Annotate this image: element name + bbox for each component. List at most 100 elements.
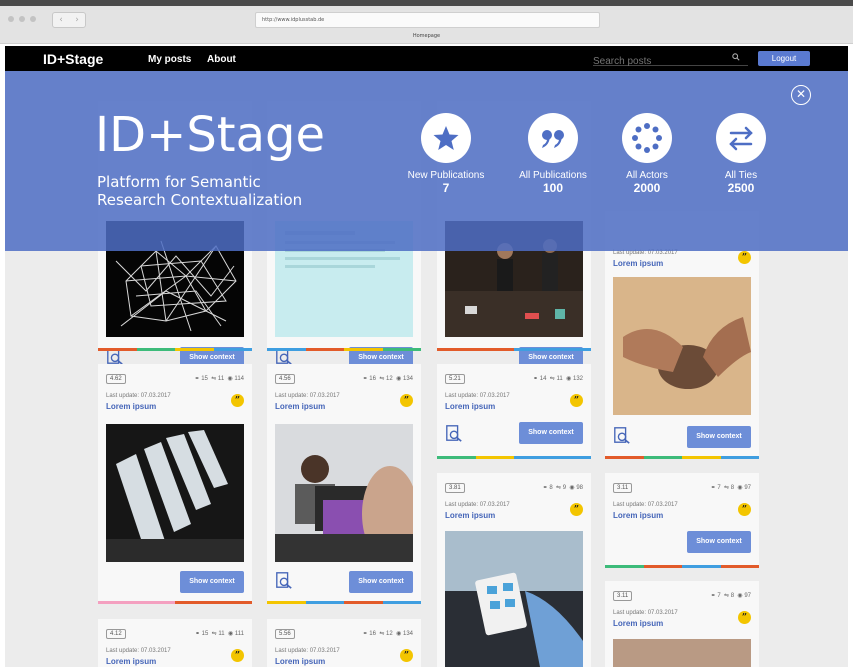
post-card[interactable]: 4.12 ⚭ 15 ⇋ 11 ◉ 111 Last update: 07.03.… (98, 619, 252, 667)
quote-icon[interactable]: ” (570, 503, 583, 516)
eye-icon: ◉ (227, 631, 234, 637)
search-icon[interactable] (732, 53, 740, 61)
window-controls[interactable] (8, 16, 36, 22)
back-icon[interactable]: ‹ (53, 13, 69, 27)
show-context-button[interactable]: Show context (687, 531, 751, 553)
post-counts: ⚭ 8 ⇋ 9 ◉ 98 (542, 485, 583, 491)
browser-nav-buttons[interactable]: ‹ › (52, 12, 86, 28)
link-icon: ⚭ (362, 631, 368, 637)
category-color-bar (98, 601, 252, 604)
laptop-meeting-image (275, 424, 413, 562)
link-icon: ⚭ (194, 631, 200, 637)
quote-icon[interactable]: ” (231, 394, 244, 407)
context-view-icon[interactable] (445, 424, 463, 442)
search-input[interactable] (593, 56, 713, 67)
show-context-button[interactable]: Show context (687, 426, 751, 448)
app-navbar: ID+Stage My posts About Logout (5, 46, 848, 71)
post-title[interactable]: Lorem ipsum (106, 402, 156, 411)
post-title[interactable]: Lorem ipsum (275, 402, 325, 411)
post-title[interactable]: Lorem ipsum (613, 259, 663, 268)
post-title[interactable]: Lorem ipsum (613, 511, 663, 520)
category-color-bar (98, 348, 252, 351)
post-stats: 5.21 ⚭ 14 ⇋ 11 ◉ 132 (445, 374, 583, 386)
post-title[interactable]: Lorem ipsum (275, 657, 325, 666)
quote-icon[interactable]: ” (231, 649, 244, 662)
post-title[interactable]: Lorem ipsum (613, 619, 663, 628)
rating-badge: 4.62 (106, 374, 126, 384)
nav-about[interactable]: About (207, 54, 236, 65)
ties-icon: ⇋ (724, 485, 730, 491)
post-card[interactable]: 3.11 ⚭ 7 ⇋ 8 ◉ 97 Last update: 07.03.201… (605, 581, 759, 667)
post-title[interactable]: Lorem ipsum (445, 402, 495, 411)
stat-all-ties[interactable]: All Ties 2500 (696, 113, 786, 195)
eye-icon: ◉ (569, 485, 575, 491)
link-icon: ⚭ (194, 376, 200, 382)
post-counts: ⚭ 15 ⇋ 11 ◉ 114 (194, 376, 244, 382)
last-update: Last update: 07.03.2017 (275, 648, 340, 654)
ties-icon: ⇋ (724, 593, 730, 599)
rating-badge: 3.11 (613, 483, 633, 493)
post-stats: 3.11 ⚭ 7 ⇋ 8 ◉ 97 (613, 591, 751, 603)
category-color-bar (605, 456, 759, 459)
show-context-button[interactable]: Show context (519, 422, 583, 444)
post-card[interactable]: 4.62 ⚭ 15 ⇋ 11 ◉ 114 Last update: 07.03.… (98, 364, 252, 604)
address-bar[interactable]: http://www.idplusstab.de (255, 12, 600, 28)
link-icon: ⚭ (362, 376, 368, 382)
category-color-bar (437, 456, 591, 459)
stat-all-publications[interactable]: All Publications 100 (508, 113, 598, 195)
post-stats: 5.56 ⚭ 16 ⇋ 12 ◉ 134 (275, 629, 413, 641)
rating-badge: 4.12 (106, 629, 126, 639)
quote-icon[interactable]: ” (738, 503, 751, 516)
quote-icon[interactable]: ” (570, 394, 583, 407)
post-card[interactable]: 4.56 ⚭ 16 ⇋ 12 ◉ 134 Last update: 07.03.… (267, 364, 421, 604)
hero-overlay: ID+Stage Platform for Semantic Research … (5, 71, 848, 251)
eye-icon: ◉ (396, 376, 402, 382)
star-icon (421, 113, 471, 163)
tab-title: Homepage (412, 33, 441, 39)
logout-button[interactable]: Logout (758, 51, 810, 66)
stat-new-publications[interactable]: New Publications 7 (401, 113, 491, 195)
post-card[interactable]: 3.81 ⚭ 8 ⇋ 9 ◉ 98 Last update: 07.03.201… (437, 473, 591, 667)
post-image-skylight (106, 424, 244, 562)
ties-icon: ⇋ (379, 631, 385, 637)
category-color-bar (267, 348, 421, 351)
show-context-button[interactable]: Show context (180, 571, 244, 593)
link-icon: ⚭ (542, 485, 548, 491)
post-card[interactable]: 5.21 ⚭ 14 ⇋ 11 ◉ 132 Last update: 07.03.… (437, 364, 591, 459)
context-view-icon[interactable] (613, 426, 631, 444)
stat-all-actors[interactable]: All Actors 2000 (602, 113, 692, 195)
browser-chrome: ‹ › http://www.idplusstab.de Homepage (0, 0, 853, 44)
window-edge (0, 0, 853, 6)
forward-icon[interactable]: › (69, 13, 85, 27)
quote-icon[interactable]: ” (738, 251, 751, 264)
eye-icon: ◉ (566, 376, 572, 382)
eye-icon: ◉ (737, 485, 743, 491)
close-icon[interactable]: ✕ (791, 85, 811, 105)
post-counts: ⚭ 16 ⇋ 12 ◉ 134 (362, 631, 413, 637)
last-update: Last update: 07.03.2017 (275, 393, 340, 399)
post-stats: 4.62 ⚭ 15 ⇋ 11 ◉ 114 (106, 374, 244, 386)
quote-icon[interactable]: ” (738, 611, 751, 624)
quote-icon[interactable]: ” (400, 394, 413, 407)
post-title[interactable]: Lorem ipsum (445, 511, 495, 520)
post-card[interactable]: 5.56 ⚭ 16 ⇋ 12 ◉ 134 Last update: 07.03.… (267, 619, 421, 667)
category-color-bar (437, 348, 591, 351)
rating-badge: 3.11 (613, 591, 633, 601)
tablet-user-image (445, 531, 583, 667)
show-context-button[interactable]: Show context (349, 571, 413, 593)
brand-logo[interactable]: ID+Stage (43, 51, 103, 67)
hero-subtitle: Platform for Semantic Research Contextua… (97, 173, 303, 209)
nav-my-posts[interactable]: My posts (148, 54, 191, 65)
quote-icon[interactable]: ” (400, 649, 413, 662)
quote-icon (528, 113, 578, 163)
context-view-icon[interactable] (275, 571, 293, 589)
eye-icon: ◉ (227, 376, 233, 382)
last-update: Last update: 07.03.2017 (445, 393, 510, 399)
arrows-exchange-icon (716, 113, 766, 163)
post-card[interactable]: 3.11 ⚭ 7 ⇋ 8 ◉ 97 Last update: 07.03.201… (605, 473, 759, 568)
post-image-tablet (445, 531, 583, 667)
link-icon: ⚭ (533, 376, 539, 382)
post-image-laptop (275, 424, 413, 562)
post-title[interactable]: Lorem ipsum (106, 657, 156, 666)
last-update: Last update: 07.03.2017 (613, 502, 678, 508)
